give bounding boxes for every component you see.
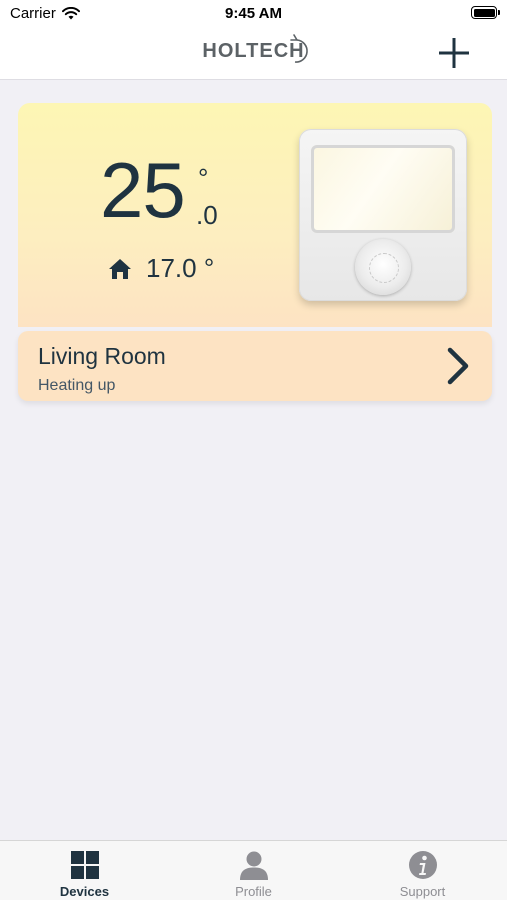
brand-swirl-icon (289, 34, 308, 63)
device-card-top: 25 ° .0 17.0 ° (18, 103, 492, 327)
info-icon (408, 851, 437, 879)
temperature-degree: ° (198, 163, 209, 193)
set-temperature: 25 (100, 146, 186, 234)
home-icon (109, 258, 131, 279)
nav-header: HOLTECH (0, 28, 507, 80)
device-status: Heating up (38, 377, 116, 394)
indoor-temperature: 17.0 ° (146, 253, 215, 283)
tab-label-support: Support (399, 884, 446, 899)
person-icon (239, 851, 268, 880)
thermostat-display (311, 145, 455, 233)
device-row-living-room[interactable]: Living Room Heating up (18, 331, 492, 401)
tab-bar: Devices Profile Support (0, 840, 507, 900)
brand-name: HOLTECH (202, 34, 308, 63)
room-name: Living Room (38, 343, 166, 369)
status-bar: Carrier 9:45 AM (0, 0, 507, 28)
tab-profile[interactable]: Profile (169, 841, 338, 900)
tab-label-profile: Profile (235, 884, 272, 899)
grid-icon (70, 851, 99, 879)
tab-label-devices: Devices (59, 884, 110, 899)
thermostat-knob (355, 239, 411, 295)
app-screen: Carrier 9:45 AM HOLTECH 25 ° .0 17.0 ° L… (0, 0, 507, 900)
brand-logo: HOLTECH (0, 34, 507, 63)
tab-devices[interactable]: Devices (0, 841, 169, 900)
indoor-temperature-row: 17.0 ° (108, 253, 214, 284)
status-time: 9:45 AM (225, 5, 282, 22)
thermostat-image (299, 129, 467, 301)
chevron-right-icon[interactable] (446, 347, 470, 385)
add-device-button[interactable] (437, 36, 471, 70)
battery-icon (471, 6, 500, 19)
tab-support[interactable]: Support (338, 841, 507, 900)
device-card[interactable]: 25 ° .0 17.0 ° Living Room Heating up (18, 103, 492, 401)
temperature-decimal: .0 (196, 200, 218, 230)
